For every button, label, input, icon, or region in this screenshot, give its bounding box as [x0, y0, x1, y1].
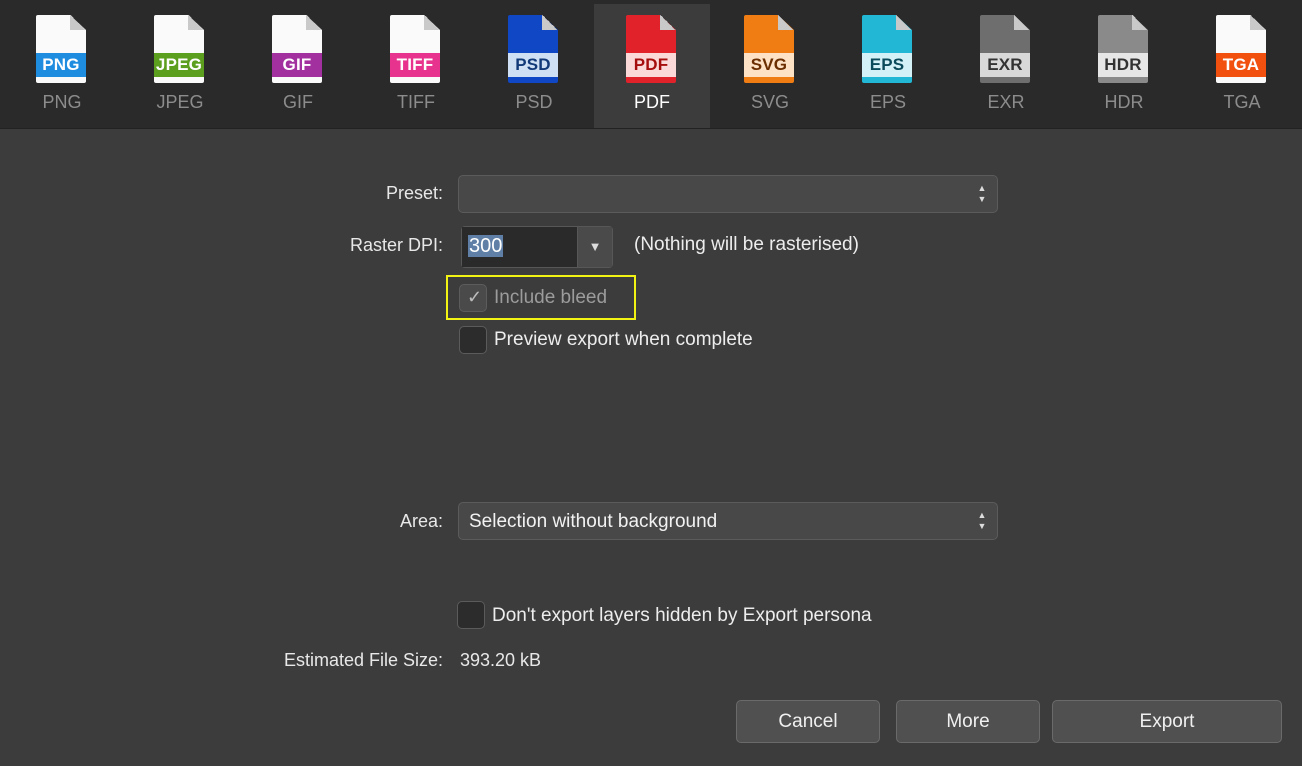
- format-toolbar: PNG PNG JPEG JPEG GIF GIF TIFF TIFF PSD PSD PDF PDF…: [0, 0, 1302, 129]
- file-size-label: Estimated File Size:: [283, 650, 443, 670]
- page-fold-icon: [1014, 15, 1030, 30]
- hidden-layers-label: Don't export layers hidden by Export per…: [492, 605, 872, 626]
- format-icon-badge: PNG: [36, 53, 86, 77]
- format-tab-tiff[interactable]: TIFF TIFF: [358, 4, 474, 128]
- format-tab-psd[interactable]: PSD PSD: [476, 4, 592, 128]
- page-fold-icon: [424, 15, 440, 30]
- area-popup[interactable]: Selection without background ▲ ▼: [458, 502, 998, 540]
- preview-export-label: Preview export when complete: [494, 329, 753, 350]
- format-tab-png[interactable]: PNG PNG: [4, 4, 120, 128]
- file-size-value: 393.20 kB: [460, 650, 542, 670]
- raster-dpi-combo: 300 ▼: [461, 226, 613, 268]
- format-tab-label: PNG: [42, 92, 82, 112]
- page-fold-icon: [542, 15, 558, 30]
- format-icon-badge: TGA: [1216, 53, 1266, 77]
- raster-note: (Nothing will be rasterised): [634, 234, 859, 255]
- area-label: Area:: [399, 511, 443, 531]
- format-icon-badge: HDR: [1098, 53, 1148, 77]
- format-tab-exr[interactable]: EXR EXR: [948, 4, 1064, 128]
- preset-label: Preset:: [385, 183, 443, 203]
- format-tab-label: PSD: [515, 92, 553, 112]
- raster-dpi-value: 300: [468, 235, 504, 257]
- page-fold-icon: [306, 15, 322, 30]
- format-tab-label: TIFF: [397, 92, 435, 112]
- format-icon-badge: EXR: [980, 53, 1030, 77]
- page-fold-icon: [1250, 15, 1266, 30]
- hidden-layers-checkbox[interactable]: [457, 601, 485, 629]
- format-tab-jpeg[interactable]: JPEG JPEG: [122, 4, 238, 128]
- raster-dpi-label: Raster DPI:: [349, 235, 443, 255]
- format-tab-label: EPS: [869, 92, 907, 112]
- format-tab-label: JPEG: [156, 92, 204, 112]
- preset-popup[interactable]: ▲ ▼: [458, 175, 998, 213]
- format-tab-label: TGA: [1223, 92, 1261, 112]
- export-button[interactable]: Export: [1052, 700, 1282, 743]
- format-tab-label: EXR: [987, 92, 1025, 112]
- popup-stepper-icon: ▲ ▼: [977, 183, 987, 204]
- area-value: Selection without background: [469, 511, 718, 532]
- format-icon-badge: JPEG: [154, 53, 204, 77]
- format-icon-badge: EPS: [862, 53, 912, 77]
- more-button[interactable]: More: [896, 700, 1040, 743]
- raster-dpi-input[interactable]: 300: [462, 227, 578, 267]
- cancel-button[interactable]: Cancel: [736, 700, 880, 743]
- include-bleed-checkbox[interactable]: ✓: [459, 284, 487, 312]
- format-tab-label: HDR: [1104, 92, 1144, 112]
- format-tab-pdf[interactable]: PDF PDF: [594, 4, 710, 128]
- chevron-down-icon: ▼: [588, 239, 602, 254]
- format-tab-gif[interactable]: GIF GIF: [240, 4, 356, 128]
- preview-export-checkbox[interactable]: [459, 326, 487, 354]
- format-tab-label: GIF: [283, 92, 313, 112]
- page-fold-icon: [70, 15, 86, 30]
- format-tab-hdr[interactable]: HDR HDR: [1066, 4, 1182, 128]
- format-icon-badge: GIF: [272, 53, 322, 77]
- format-icon-badge: TIFF: [390, 53, 440, 77]
- popup-stepper-icon: ▲ ▼: [977, 510, 987, 531]
- format-icon-badge: SVG: [744, 53, 794, 77]
- include-bleed-label: Include bleed: [494, 287, 608, 308]
- page-fold-icon: [778, 15, 794, 30]
- page-fold-icon: [1132, 15, 1148, 30]
- format-tab-tga[interactable]: TGA TGA: [1184, 4, 1300, 128]
- page-fold-icon: [660, 15, 676, 30]
- format-tab-label: SVG: [750, 92, 789, 112]
- page-fold-icon: [188, 15, 204, 30]
- format-tab-eps[interactable]: EPS EPS: [830, 4, 946, 128]
- page-fold-icon: [896, 15, 912, 30]
- check-icon: ✓: [467, 287, 483, 307]
- format-tab-svg[interactable]: SVG SVG: [712, 4, 828, 128]
- format-tab-label: PDF: [634, 92, 670, 112]
- raster-dpi-dropdown-button[interactable]: ▼: [577, 227, 612, 267]
- format-icon-badge: PSD: [508, 53, 558, 77]
- format-icon-badge: PDF: [626, 53, 676, 77]
